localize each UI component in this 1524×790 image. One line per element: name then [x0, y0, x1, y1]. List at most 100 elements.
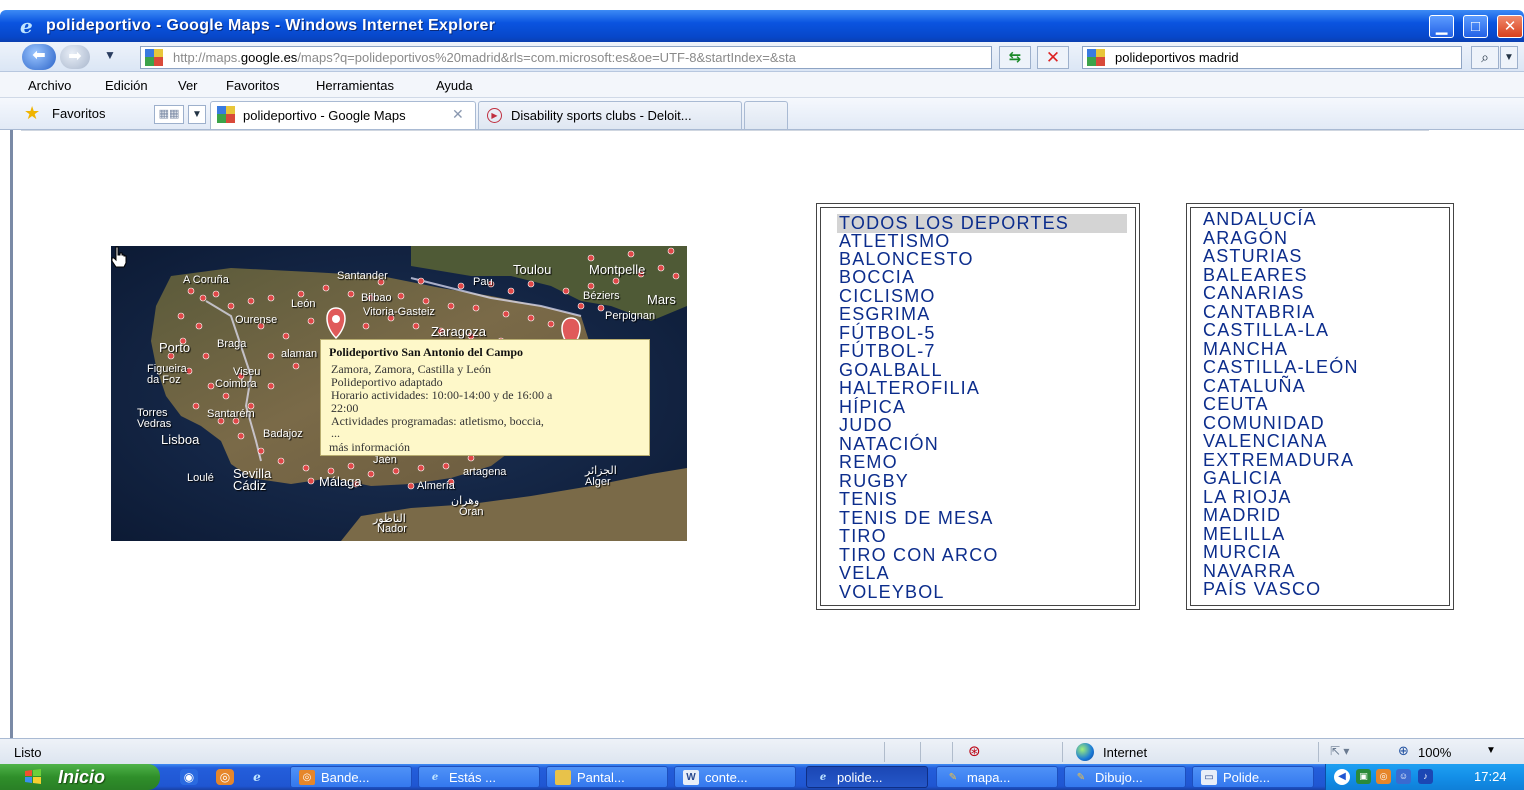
region-item[interactable]: MURCIA	[1203, 543, 1281, 562]
taskbar-item[interactable]: ◎ Bande...	[290, 766, 412, 788]
sport-item[interactable]: BOCCIA	[839, 268, 915, 287]
media-tray-icon[interactable]: ◎	[1376, 769, 1391, 784]
map-label-loule: Loulé	[187, 472, 214, 484]
info-window-ellipsis: ...	[331, 426, 340, 440]
quick-tabs-button[interactable]: ▦▦	[154, 105, 184, 124]
status-separator	[952, 742, 953, 762]
tab-close-icon[interactable]: ✕	[452, 106, 464, 123]
refresh-button[interactable]: ⇆	[999, 46, 1031, 69]
refresh-icon: ⇆	[1008, 49, 1022, 66]
taskbar-item[interactable]: ▭ Polide...	[1192, 766, 1314, 788]
region-item[interactable]: ASTURIAS	[1203, 247, 1303, 266]
map-label-porto: Porto	[159, 340, 191, 355]
sport-item[interactable]: ESGRIMA	[839, 305, 930, 324]
more-info-link[interactable]: más información	[329, 440, 410, 455]
minimize-button[interactable]: ▁	[1429, 15, 1454, 38]
new-tab-button[interactable]	[744, 101, 788, 129]
sport-item[interactable]: VELA	[839, 564, 890, 583]
url-text[interactable]: http://maps.google.es/maps?q=polideporti…	[173, 50, 968, 65]
address-bar[interactable]: http://maps.google.es/maps?q=polideporti…	[140, 46, 1131, 69]
region-item[interactable]: PAÍS VASCO	[1203, 580, 1321, 599]
status-text: Listo	[14, 745, 42, 760]
favorites-tab-bar: ★ Favoritos ▦▦ ▼ polideportivo - Google …	[0, 98, 1524, 130]
favorites-button[interactable]: Favoritos	[52, 106, 105, 121]
word-document-icon: W	[683, 770, 699, 785]
stop-button[interactable]: ✕	[1037, 46, 1069, 69]
map-label-cartagena: artagena	[463, 466, 507, 478]
start-button[interactable]: Inicio	[0, 764, 160, 790]
tab-disability-sports[interactable]: ▶ Disability sports clubs - Deloit...	[478, 101, 742, 129]
search-button[interactable]: ⌕	[1471, 46, 1499, 69]
status-separator	[920, 742, 921, 762]
speaker-icon[interactable]: ♪	[1418, 769, 1433, 784]
network-icon[interactable]: ▣	[1356, 769, 1371, 784]
forward-button[interactable]: ➡	[60, 45, 90, 69]
taskbar-item-active[interactable]: e polide...	[806, 766, 928, 788]
region-item[interactable]: CEUTA	[1203, 395, 1269, 414]
menu-edicion[interactable]: Edición	[105, 78, 148, 93]
close-button[interactable]: ✕	[1497, 15, 1523, 38]
privacy-report-icon[interactable]: ⊛	[968, 742, 981, 760]
search-input[interactable]	[1115, 48, 1455, 67]
sport-item[interactable]: HALTEROFILIA	[839, 379, 980, 398]
map-view[interactable]: A Coruña Santander Pau Toulou Montpelle …	[111, 246, 687, 541]
map-label-viseu: Viseu	[233, 366, 261, 378]
menu-archivo[interactable]: Archivo	[28, 78, 71, 93]
search-options-dropdown[interactable]: ▼	[1500, 46, 1518, 69]
zoom-magnifier-icon[interactable]: ⊕	[1398, 743, 1409, 759]
sport-item[interactable]: REMO	[839, 453, 898, 472]
taskbar-item[interactable]: W conte...	[674, 766, 796, 788]
taskbar-item[interactable]: Pantal...	[546, 766, 668, 788]
quicklaunch-ie-icon[interactable]: e	[248, 769, 266, 785]
clock[interactable]: 17:24	[1474, 769, 1507, 784]
search-box[interactable]	[1082, 46, 1462, 69]
sports-list[interactable]: TODOS LOS DEPORTES ATLETISMO BALONCESTO …	[816, 203, 1140, 610]
tab-label: Disability sports clubs - Deloit...	[511, 108, 692, 123]
regions-list[interactable]: ANDALUCÍA ARAGÓN ASTURIAS BALEARES CANAR…	[1186, 203, 1454, 610]
map-label-santander: Santander	[337, 270, 388, 282]
sport-item[interactable]: TIRO	[839, 527, 887, 546]
sport-item[interactable]: JUDO	[839, 416, 893, 435]
menu-ver[interactable]: Ver	[178, 78, 198, 93]
region-item[interactable]: CASTILLA-LEÓN	[1203, 358, 1359, 377]
region-item[interactable]: ANDALUCÍA	[1203, 210, 1317, 229]
map-label-zaragoza: Zaragoza	[431, 324, 486, 339]
map-label-santarem: Santarém	[207, 408, 255, 420]
browser-window: e polideportivo - Google Maps - Windows …	[0, 0, 1524, 790]
back-button[interactable]: ⬅	[22, 44, 56, 70]
tray-expand-icon[interactable]: ◀	[1334, 769, 1350, 785]
menu-ayuda[interactable]: Ayuda	[436, 78, 473, 93]
region-item[interactable]: VALENCIANA	[1203, 432, 1328, 451]
menu-favoritos[interactable]: Favoritos	[226, 78, 279, 93]
protected-mode-icon[interactable]: ⇱ ▾	[1330, 744, 1349, 758]
sport-item[interactable]: TENIS	[839, 490, 898, 509]
region-item[interactable]: CASTILLA-LA	[1203, 321, 1329, 340]
taskbar-item[interactable]: ✎ mapa...	[936, 766, 1058, 788]
messenger-icon[interactable]: ☺	[1396, 769, 1411, 784]
map-label-torres-vedras: Torres Vedras	[137, 407, 172, 430]
maximize-button[interactable]: □	[1463, 15, 1488, 38]
recent-pages-dropdown[interactable]: ▼	[104, 48, 116, 62]
google-maps-favicon	[145, 49, 163, 66]
favorites-star-icon[interactable]: ★	[24, 104, 40, 122]
security-zone-label[interactable]: Internet	[1103, 745, 1147, 760]
windows-taskbar: Inicio ◉ ◎ e ◎ Bande... e Estás ... Pant…	[0, 764, 1524, 790]
quicklaunch-desktop-icon[interactable]: ◉	[180, 769, 198, 785]
zoom-level[interactable]: 100%	[1418, 745, 1451, 760]
taskbar-item[interactable]: ✎ Dibujo...	[1064, 766, 1186, 788]
map-label-ourense: Ourense	[235, 314, 278, 326]
tab-google-maps[interactable]: polideportivo - Google Maps ✕	[210, 101, 476, 129]
region-item[interactable]: GALICIA	[1203, 469, 1282, 488]
map-label-salamanca: alaman	[281, 348, 318, 360]
zoom-dropdown[interactable]: ▼	[1486, 745, 1496, 756]
region-item[interactable]: MADRID	[1203, 506, 1281, 525]
taskbar-item-label: Pantal...	[577, 770, 625, 785]
sport-item[interactable]: VOLEYBOL	[839, 583, 945, 602]
region-item[interactable]: CANARIAS	[1203, 284, 1305, 303]
taskbar-item[interactable]: e Estás ...	[418, 766, 540, 788]
sport-item[interactable]: FÚTBOL-7	[839, 342, 936, 361]
menu-herramientas[interactable]: Herramientas	[316, 78, 394, 93]
tab-list-dropdown[interactable]: ▼	[188, 105, 206, 124]
map-label-oran: Oran	[459, 506, 484, 518]
quicklaunch-media-icon[interactable]: ◎	[216, 769, 234, 785]
